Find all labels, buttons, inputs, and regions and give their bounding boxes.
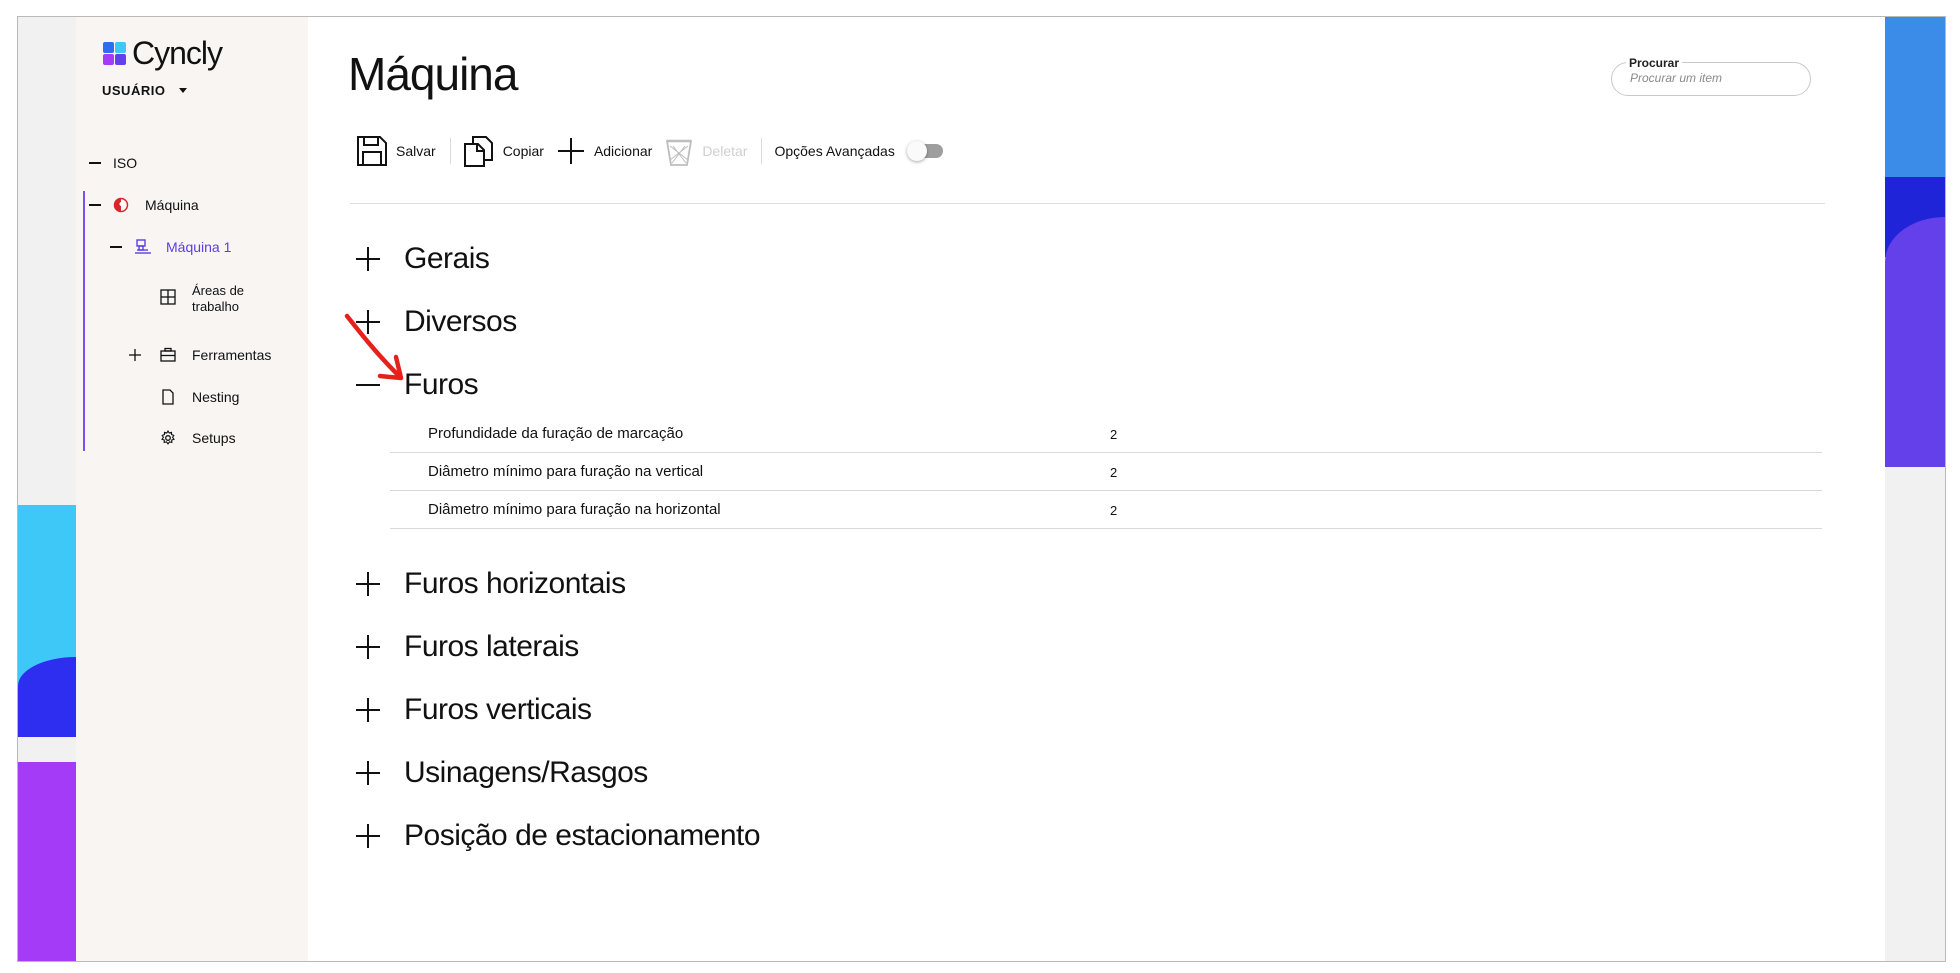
plus-icon (557, 138, 584, 164)
tree-node-maquina[interactable]: Máquina (89, 197, 199, 213)
section-label: Posição de estacionamento (404, 819, 761, 852)
property-value[interactable]: 2 (1110, 427, 1117, 442)
tree-label-iso: ISO (113, 155, 138, 171)
toolbar-separator (761, 138, 763, 164)
property-label: Profundidade da furação de marcação (428, 425, 684, 442)
tree-label-nesting: Nesting (192, 389, 240, 405)
toggle-knob (906, 141, 927, 161)
advanced-options-label: Opções Avançadas (774, 143, 895, 159)
property-row: Diâmetro mínimo para furação na horizont… (390, 491, 1822, 529)
tree-label-areas-line2: trabalho (192, 299, 239, 314)
annotation-arrow-icon (344, 313, 404, 381)
collapse-icon[interactable] (89, 204, 101, 206)
property-value[interactable]: 2 (1110, 465, 1117, 480)
cyncly-logo-icon (103, 41, 126, 65)
tree-node-nesting[interactable]: Nesting (160, 389, 239, 405)
machine-red-icon (113, 197, 129, 213)
tree-active-line (83, 191, 85, 451)
collapse-icon[interactable] (89, 162, 101, 164)
user-label: USUÁRIO (102, 83, 166, 98)
tree-node-iso[interactable]: ISO (89, 155, 137, 171)
tree-node-areas-de-trabalho[interactable]: Áreas de trabalho (160, 283, 244, 315)
tree-label-setups: Setups (192, 430, 236, 446)
tree-label-maquina-1: Máquina 1 (166, 239, 232, 255)
expand-icon[interactable] (356, 698, 380, 722)
copy-label: Copiar (502, 143, 544, 159)
copy-icon (463, 136, 493, 167)
section-label: Usinagens/Rasgos (404, 756, 648, 789)
toggle-switch[interactable] (906, 141, 943, 161)
delete-button[interactable]: Deletar (664, 136, 759, 166)
tree-label-areas: Áreas de trabalho (192, 283, 244, 315)
tree-label-ferramentas: Ferramentas (192, 347, 272, 363)
property-value[interactable]: 2 (1110, 503, 1117, 518)
machine-icon (135, 239, 151, 254)
search-input[interactable] (1628, 70, 1802, 86)
property-label: Diâmetro mínimo para furação na horizont… (428, 501, 721, 518)
furos-properties-table: Profundidade da furação de marcação 2 Diâm… (390, 415, 1822, 529)
expand-icon[interactable] (356, 247, 380, 271)
delete-label: Deletar (702, 143, 748, 159)
section-label: Diversos (404, 305, 517, 338)
collapse-icon[interactable] (110, 246, 122, 248)
grid-icon (160, 289, 176, 305)
expand-icon[interactable] (356, 761, 380, 785)
logo: Cyncly (102, 35, 223, 72)
advanced-options-toggle[interactable]: Opções Avançadas (774, 141, 954, 161)
property-label: Diâmetro mínimo para furação na vertical (428, 463, 704, 480)
section-label: Furos laterais (404, 630, 579, 663)
toolbar-separator (449, 138, 451, 164)
tree-node-ferramentas[interactable]: Ferramentas (128, 347, 271, 363)
section-label: Furos verticais (404, 693, 592, 726)
tree-label-areas-line1: Áreas de (192, 283, 245, 298)
trash-icon (666, 139, 693, 166)
save-button[interactable]: Salvar (356, 135, 448, 167)
section-label: Furos horizontais (404, 567, 626, 600)
toolbar: Salvar Copiar Adicionar Deletar Opções A… (356, 132, 955, 170)
decorative-left-band (18, 17, 76, 961)
user-menu[interactable]: USUÁRIO (102, 83, 188, 98)
section-header[interactable]: Furos horizontais (356, 567, 626, 601)
document-icon (162, 389, 174, 405)
section-header[interactable]: Furos verticais (356, 693, 592, 727)
search-box[interactable]: Procurar (1611, 56, 1811, 96)
search-label: Procurar (1626, 56, 1683, 70)
caret-down-icon (179, 88, 188, 93)
expand-icon[interactable] (356, 572, 380, 596)
expand-icon[interactable] (356, 635, 380, 659)
expand-icon[interactable] (128, 348, 142, 362)
page-title: Máquina (348, 48, 518, 100)
section-header[interactable]: Furos laterais (356, 630, 579, 664)
toolbox-icon (160, 347, 176, 362)
app-window: Cyncly USUÁRIO ISO Máquina Máquina 1 Áre… (17, 16, 1946, 962)
section-header[interactable]: Usinagens/Rasgos (356, 756, 648, 790)
floppy-disk-icon (357, 136, 387, 166)
copy-button[interactable]: Copiar (463, 135, 556, 167)
tree-node-maquina-1[interactable]: Máquina 1 (110, 238, 231, 256)
sidebar: Cyncly USUÁRIO ISO Máquina Máquina 1 Áre… (76, 17, 308, 961)
section-header[interactable]: Gerais (356, 242, 490, 276)
section-label: Gerais (404, 242, 490, 275)
content-divider (350, 203, 1825, 204)
gear-icon (161, 430, 175, 445)
add-button[interactable]: Adicionar (556, 136, 664, 166)
property-row: Diâmetro mínimo para furação na vertical… (390, 453, 1822, 491)
add-label: Adicionar (593, 143, 653, 159)
property-row: Profundidade da furação de marcação 2 (390, 415, 1822, 453)
tree-node-setups[interactable]: Setups (160, 430, 236, 446)
section-label: Furos (404, 368, 479, 401)
tree-label-maquina: Máquina (145, 197, 199, 213)
section-header[interactable]: Posição de estacionamento (356, 819, 761, 853)
brand-name: Cyncly (132, 35, 223, 71)
expand-icon[interactable] (356, 824, 380, 848)
save-label: Salvar (396, 143, 436, 159)
decorative-right-band (1885, 17, 1945, 961)
